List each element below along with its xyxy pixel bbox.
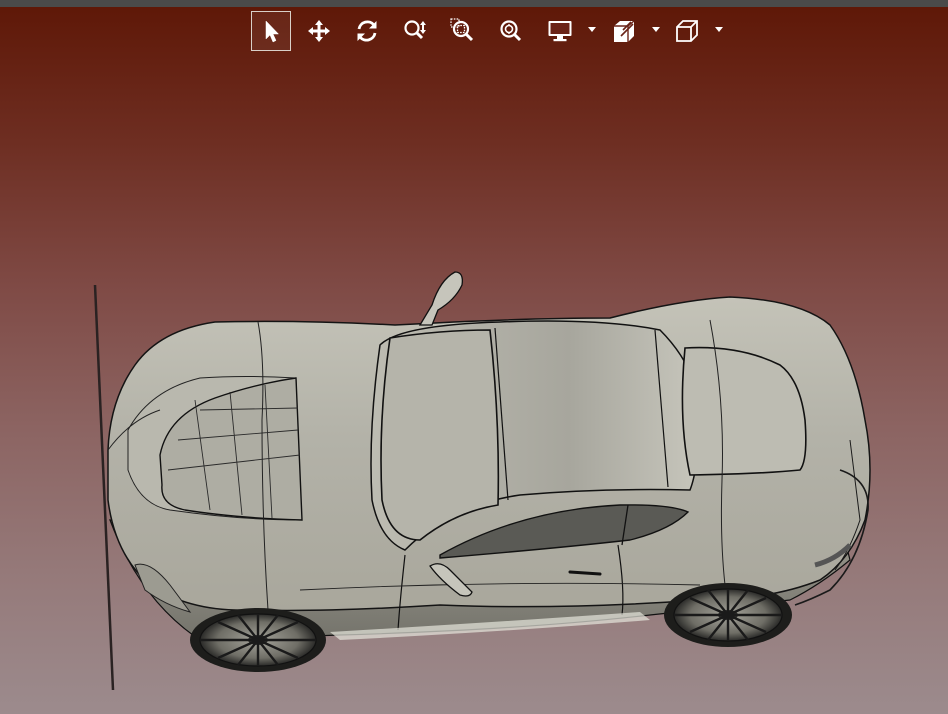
car-model[interactable]	[0, 60, 948, 714]
rear-wheel	[664, 583, 792, 647]
section-cube-icon	[614, 20, 635, 42]
pan-tool-button[interactable]	[299, 11, 339, 51]
section-button[interactable]	[604, 11, 644, 51]
move-arrows-icon	[308, 20, 330, 42]
display-mode-button[interactable]	[540, 11, 580, 51]
zoom-fit-tool-button[interactable]	[491, 11, 531, 51]
select-tool-button[interactable]	[251, 11, 291, 51]
zoom-fit-icon	[500, 20, 522, 42]
view-orientation-dropdown[interactable]	[714, 25, 724, 35]
rotate-icon	[357, 20, 377, 42]
zoom-window-tool-button[interactable]	[443, 11, 483, 51]
rotate-tool-button[interactable]	[347, 11, 387, 51]
display-mode-dropdown[interactable]	[587, 25, 597, 35]
window-top-border	[0, 0, 948, 7]
view-orientation-button[interactable]	[667, 11, 707, 51]
monitor-icon	[548, 21, 572, 42]
chevron-down-icon	[588, 27, 596, 32]
zoom-window-icon	[450, 18, 474, 42]
zoom-updown-icon	[404, 20, 426, 40]
cube-icon	[676, 20, 698, 42]
zoom-tool-button[interactable]	[395, 11, 435, 51]
cursor-icon	[265, 20, 280, 43]
chevron-down-icon	[715, 27, 723, 32]
view-toolbar	[250, 11, 730, 51]
chevron-down-icon	[652, 27, 660, 32]
3d-viewport[interactable]	[0, 60, 948, 714]
front-wheel	[190, 608, 326, 672]
section-dropdown[interactable]	[651, 25, 661, 35]
